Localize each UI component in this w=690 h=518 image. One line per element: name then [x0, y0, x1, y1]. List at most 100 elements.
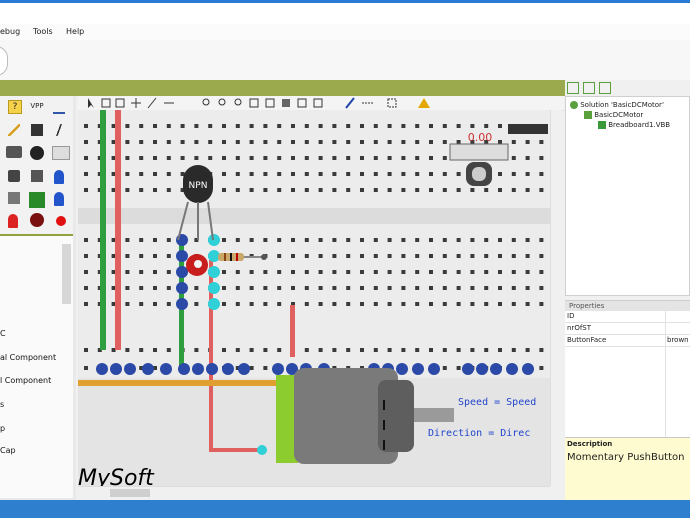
breadboard-hole[interactable]: [387, 140, 392, 144]
breadboard-hole[interactable]: [470, 188, 475, 192]
breadboard-hole[interactable]: [277, 302, 282, 306]
breadboard-hole[interactable]: [525, 156, 530, 160]
breadboard-hole[interactable]: [442, 140, 447, 144]
breadboard-hole[interactable]: [153, 348, 157, 352]
breadboard-hole[interactable]: [277, 140, 282, 144]
breadboard-hole[interactable]: [84, 140, 88, 144]
breadboard-hole[interactable]: [511, 188, 516, 192]
breadboard-hole[interactable]: [318, 156, 323, 160]
breadboard-hole[interactable]: [84, 302, 88, 306]
breadboard-hole[interactable]: [304, 270, 309, 274]
breadboard-hole[interactable]: [277, 348, 282, 352]
breadboard-hole[interactable]: [401, 156, 406, 160]
breadboard-hole[interactable]: [180, 156, 185, 160]
buzzer-icon[interactable]: [30, 213, 44, 227]
breadboard-hole[interactable]: [84, 270, 88, 274]
breadboard-hole[interactable]: [318, 238, 323, 242]
breadboard-hole[interactable]: [194, 348, 199, 352]
tree-root[interactable]: Solution 'BasicDCMotor': [570, 101, 664, 109]
switch-icon[interactable]: [6, 146, 22, 158]
breadboard-hole[interactable]: [456, 172, 461, 176]
breadboard-hole[interactable]: [249, 286, 254, 290]
breadboard-hole[interactable]: [373, 270, 378, 274]
breadboard-hole[interactable]: [277, 172, 282, 176]
connector-node[interactable]: [178, 363, 190, 375]
lamp-icon[interactable]: [56, 216, 66, 226]
breadboard-hole[interactable]: [153, 286, 157, 290]
breadboard-hole[interactable]: [263, 348, 268, 352]
breadboard-hole[interactable]: [415, 172, 420, 176]
connector-node[interactable]: [192, 363, 204, 375]
breadboard-hole[interactable]: [153, 140, 157, 144]
breadboard-hole[interactable]: [346, 270, 351, 274]
breadboard-hole[interactable]: [139, 302, 144, 306]
connector-node[interactable]: [176, 234, 188, 246]
breadboard-hole[interactable]: [525, 348, 530, 352]
breadboard-svg[interactable]: NPN 0.00 Speed = Speed Direction = Direc…: [78, 110, 550, 486]
breadboard-hole[interactable]: [401, 270, 406, 274]
breadboard-hole[interactable]: [291, 286, 295, 290]
breadboard-hole[interactable]: [222, 172, 226, 176]
breadboard-hole[interactable]: [442, 124, 447, 128]
connector-node[interactable]: [176, 266, 188, 278]
vpp-icon[interactable]: VPP: [29, 100, 45, 112]
breadboard-hole[interactable]: [222, 156, 226, 160]
breadboard-hole[interactable]: [346, 286, 351, 290]
breadboard-hole[interactable]: [139, 254, 144, 258]
breadboard-hole[interactable]: [539, 172, 544, 176]
breadboard-hole[interactable]: [291, 254, 295, 258]
breadboard-hole[interactable]: [498, 124, 502, 128]
breadboard-hole[interactable]: [332, 270, 337, 274]
breadboard-hole[interactable]: [442, 254, 447, 258]
breadboard-hole[interactable]: [387, 302, 392, 306]
breadboard-hole[interactable]: [387, 254, 392, 258]
breadboard-hole[interactable]: [373, 238, 378, 242]
breadboard-hole[interactable]: [429, 286, 433, 290]
breadboard-hole[interactable]: [511, 302, 516, 306]
tree-project[interactable]: BasicDCMotor: [584, 111, 643, 119]
board-icon[interactable]: [29, 192, 45, 208]
breadboard-hole[interactable]: [318, 286, 323, 290]
breadboard-hole[interactable]: [511, 172, 516, 176]
breadboard-hole[interactable]: [235, 140, 240, 144]
breadboard-hole[interactable]: [125, 124, 130, 128]
breadboard-hole[interactable]: [249, 172, 254, 176]
breadboard-hole[interactable]: [373, 302, 378, 306]
breadboard-hole[interactable]: [263, 286, 268, 290]
list-item[interactable]: C: [0, 329, 6, 338]
property-row[interactable]: nrOfST: [565, 323, 690, 335]
breadboard-hole[interactable]: [470, 286, 475, 290]
sensor-icon[interactable]: [31, 170, 43, 182]
breadboard-hole[interactable]: [194, 286, 199, 290]
view-tab-icon[interactable]: [583, 82, 595, 94]
breadboard-hole[interactable]: [470, 254, 475, 258]
connector-node[interactable]: [522, 363, 534, 375]
breadboard-hole[interactable]: [387, 124, 392, 128]
breadboard-hole[interactable]: [470, 270, 475, 274]
breadboard-hole[interactable]: [415, 286, 420, 290]
breadboard-hole[interactable]: [539, 302, 544, 306]
breadboard-hole[interactable]: [153, 124, 157, 128]
breadboard-hole[interactable]: [484, 302, 489, 306]
breadboard-hole[interactable]: [318, 172, 323, 176]
breadboard-hole[interactable]: [346, 238, 351, 242]
breadboard-hole[interactable]: [332, 124, 337, 128]
breadboard-hole[interactable]: [401, 172, 406, 176]
breadboard-hole[interactable]: [484, 238, 489, 242]
breadboard-hole[interactable]: [401, 302, 406, 306]
breadboard-hole[interactable]: [125, 238, 130, 242]
breadboard-hole[interactable]: [511, 140, 516, 144]
breadboard-hole[interactable]: [153, 188, 157, 192]
breadboard-hole[interactable]: [373, 286, 378, 290]
breadboard-hole[interactable]: [456, 302, 461, 306]
breadboard-hole[interactable]: [387, 286, 392, 290]
breadboard-hole[interactable]: [415, 254, 420, 258]
chip-icon[interactable]: [31, 124, 43, 136]
breadboard-hole[interactable]: [373, 254, 378, 258]
breadboard-hole[interactable]: [139, 124, 144, 128]
breadboard-hole[interactable]: [401, 124, 406, 128]
breadboard-hole[interactable]: [484, 254, 489, 258]
breadboard-hole[interactable]: [539, 156, 544, 160]
menu-debug[interactable]: ebug: [0, 27, 20, 36]
breadboard-hole[interactable]: [139, 348, 144, 352]
